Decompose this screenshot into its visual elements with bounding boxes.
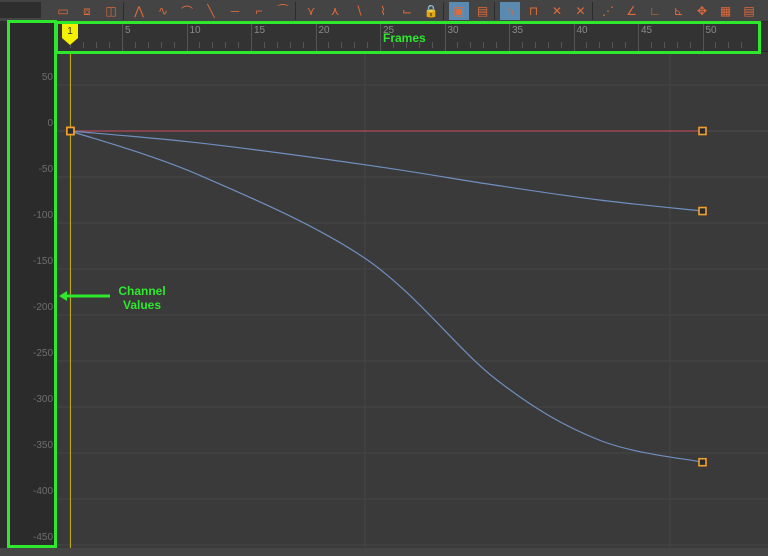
linear-tangent-icon[interactable]: ╲ — [201, 2, 221, 20]
annotation-arrow-icon — [59, 291, 110, 301]
lock-icon[interactable]: 🔒 — [421, 2, 441, 20]
toolbar-separator — [123, 2, 124, 20]
toolbar-separator — [494, 2, 495, 20]
unify-tangents-icon[interactable]: ⋏ — [325, 2, 345, 20]
lock-tangent-weight-icon[interactable]: ⌇ — [373, 2, 393, 20]
toolbar-field[interactable] — [0, 2, 41, 18]
break-tangents-icon[interactable]: ⋎ — [301, 2, 321, 20]
curve-curve-mid — [70, 130, 703, 212]
keyframe[interactable] — [698, 126, 707, 136]
absolute-view-icon[interactable]: ⊾ — [669, 2, 689, 20]
channel-values-annotation-box — [7, 20, 57, 548]
load-selected-icon[interactable]: ⊓ — [524, 2, 544, 20]
weighted-tangents-icon[interactable]: ⌙ — [397, 2, 417, 20]
toolbar-separator — [295, 2, 296, 20]
free-tangent-weight-icon[interactable]: ∖ — [349, 2, 369, 20]
move-icon[interactable]: ✥ — [692, 2, 712, 20]
pre-infinity-icon[interactable]: ⋰ — [598, 2, 618, 20]
toolbar-separator — [443, 2, 444, 20]
stacked-curves-icon[interactable]: ∟ — [645, 2, 665, 20]
flat-tangent-icon[interactable]: ─ — [225, 2, 245, 20]
denormalize-icon[interactable]: ✕ — [571, 2, 591, 20]
trax-editor-icon[interactable]: ▤ — [739, 2, 759, 20]
channel-values-annotation-label: Channel Values — [112, 284, 172, 312]
frames-annotation-label: Frames — [383, 31, 426, 45]
auto-load-icon[interactable]: ∩ — [500, 2, 520, 20]
keyframe[interactable] — [698, 457, 707, 467]
dope-sheet-icon[interactable]: ▦ — [716, 2, 736, 20]
frame-playback-range-icon[interactable]: ◫ — [101, 2, 121, 20]
keyframe[interactable] — [66, 126, 75, 136]
frame-all-icon[interactable]: ▭ — [53, 2, 73, 20]
toolbar-separator — [592, 2, 593, 20]
channel-values-line2: Values — [122, 298, 162, 312]
graph-editor-toolbar: ▭⧈◫⋀∿⌒╲─⌐⁀⋎⋏∖⌇⌙🔒▣▤∩⊓✕✕⋰∠∟⊾✥▦▤◉ — [0, 0, 768, 22]
clamped-tangent-icon[interactable]: ⌒ — [177, 2, 197, 20]
buffer-curve-snapshot-icon[interactable]: ▣ — [449, 2, 469, 20]
time-editor-icon[interactable]: ◉ — [763, 2, 768, 20]
swap-buffer-curve-icon[interactable]: ▤ — [473, 2, 493, 20]
scrollbar[interactable] — [0, 548, 768, 556]
frame-selection-icon[interactable]: ⧈ — [77, 2, 97, 20]
plateau-tangent-icon[interactable]: ⁀ — [273, 2, 293, 20]
auto-tangent-icon[interactable]: ⋀ — [129, 2, 149, 20]
post-infinity-icon[interactable]: ∠ — [622, 2, 642, 20]
step-tangent-icon[interactable]: ⌐ — [249, 2, 269, 20]
spline-tangent-icon[interactable]: ∿ — [153, 2, 173, 20]
keyframe[interactable] — [698, 206, 707, 216]
normalize-icon[interactable]: ✕ — [547, 2, 567, 20]
channel-values-line1: Channel — [118, 284, 166, 298]
